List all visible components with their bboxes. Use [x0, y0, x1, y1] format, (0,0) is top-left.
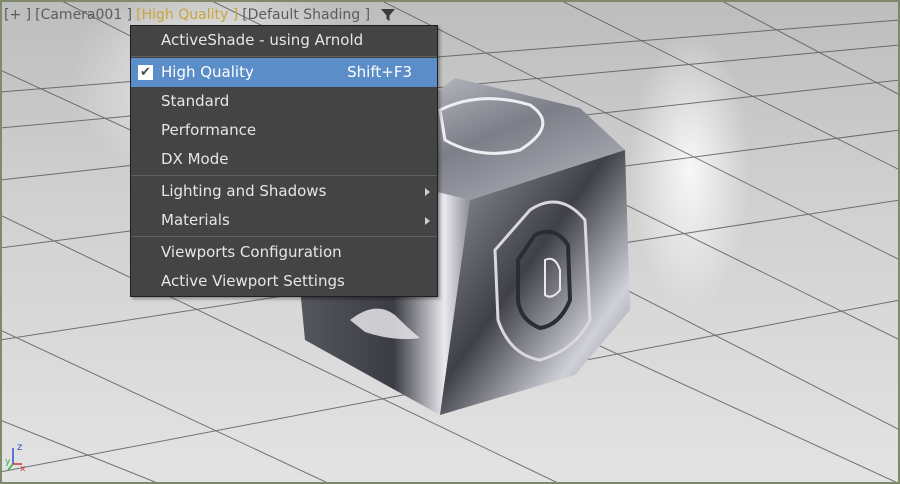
menu-item-label: DX Mode [161, 150, 229, 168]
menu-item-label: Performance [161, 121, 257, 139]
menu-item-label: Materials [161, 211, 230, 229]
shading-quality-label[interactable]: [High Quality ] [136, 5, 238, 25]
menu-separator [131, 236, 437, 237]
menu-item-shortcut: Shift+F3 [347, 63, 412, 81]
menu-item-label: Viewports Configuration [161, 243, 342, 261]
check-icon: ✔ [138, 65, 153, 80]
filter-icon[interactable] [380, 7, 396, 23]
menu-item-performance[interactable]: Performance [131, 116, 437, 145]
axis-gizmo-icon: z x y [5, 442, 26, 472]
menu-item-label: Active Viewport Settings [161, 272, 345, 290]
axis-y-label: y [5, 457, 11, 467]
camera-label[interactable]: [Camera001 ] [35, 5, 132, 25]
viewport[interactable]: [+ ] [Camera001 ] [High Quality ] [Defau… [0, 0, 900, 484]
menu-item-label: High Quality [161, 63, 254, 81]
viewport-quality-menu: ActiveShade - using Arnold ✔ High Qualit… [130, 25, 438, 297]
viewport-menu-label[interactable]: [+ ] [4, 5, 31, 25]
menu-item-label: Standard [161, 92, 230, 110]
display-mode-label[interactable]: [Default Shading ] [242, 5, 370, 25]
menu-item-viewports-configuration[interactable]: Viewports Configuration [131, 238, 437, 267]
menu-separator [131, 56, 437, 57]
menu-item-active-viewport-settings[interactable]: Active Viewport Settings [131, 267, 437, 296]
menu-separator [131, 175, 437, 176]
viewport-label-bar: [+ ] [Camera001 ] [High Quality ] [Defau… [4, 5, 396, 25]
menu-item-activeshade[interactable]: ActiveShade - using Arnold [131, 26, 437, 55]
menu-item-high-quality[interactable]: ✔ High Quality Shift+F3 [131, 58, 437, 87]
menu-item-dx-mode[interactable]: DX Mode [131, 145, 437, 174]
axis-x-label: x [20, 464, 26, 472]
axis-z-label: z [17, 442, 22, 453]
menu-item-materials[interactable]: Materials [131, 206, 437, 235]
chevron-right-icon [425, 217, 430, 225]
menu-item-label: ActiveShade - using Arnold [161, 31, 364, 49]
chevron-right-icon [425, 188, 430, 196]
menu-item-lighting-and-shadows[interactable]: Lighting and Shadows [131, 177, 437, 206]
menu-item-label: Lighting and Shadows [161, 182, 327, 200]
menu-item-standard[interactable]: Standard [131, 87, 437, 116]
